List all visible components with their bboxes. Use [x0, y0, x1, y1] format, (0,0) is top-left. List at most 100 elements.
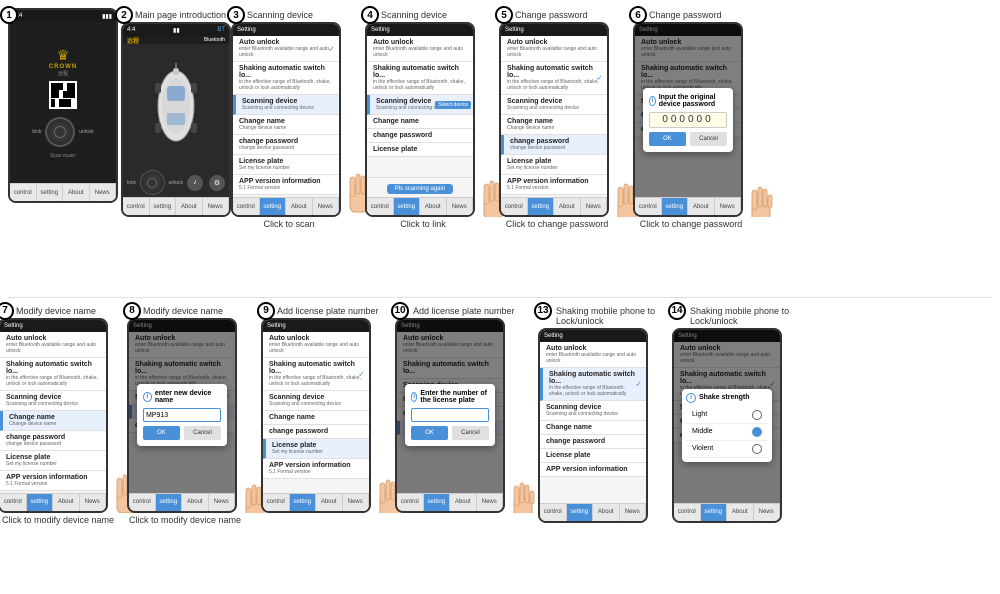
tab-about-13[interactable]: About: [593, 504, 620, 521]
tab-setting-1[interactable]: setting: [37, 184, 64, 201]
tab-news-7[interactable]: News: [80, 494, 107, 511]
radio-middle[interactable]: [752, 427, 762, 437]
tab-setting-8[interactable]: setting: [156, 494, 183, 511]
ok-btn-10[interactable]: OK: [411, 426, 448, 440]
tab-control-13[interactable]: control: [540, 504, 567, 521]
tab-control-6[interactable]: control: [635, 198, 662, 215]
tab-setting-7[interactable]: setting: [27, 494, 54, 511]
tab-about-14[interactable]: About: [727, 504, 754, 521]
select-device-btn[interactable]: Select device: [435, 101, 471, 109]
setting-list-7: Auto unlock enter Bluetooth available ra…: [0, 332, 106, 493]
tab-control-3[interactable]: control: [233, 198, 260, 215]
scanning-4[interactable]: Scanning device Scanning and connecting …: [367, 95, 473, 115]
tab-news-10[interactable]: News: [477, 494, 504, 511]
tab-setting-10[interactable]: setting: [424, 494, 451, 511]
tab-about-10[interactable]: About: [450, 494, 477, 511]
tab-news-13[interactable]: News: [620, 504, 647, 521]
setting-list-3: Auto unlock enter Bluetooth available ra…: [233, 36, 339, 197]
scanning-3[interactable]: Scanning device Scanning and connecting …: [233, 95, 339, 115]
password-input-6[interactable]: [649, 112, 727, 128]
shaking-13[interactable]: Shaking automatic switch lo... in the ef…: [540, 368, 646, 401]
tab-news-3[interactable]: News: [313, 198, 340, 215]
tab-news-8[interactable]: News: [209, 494, 236, 511]
tab-setting-2[interactable]: setting: [150, 198, 177, 215]
main-btn-2[interactable]: [140, 170, 165, 195]
tab-setting-14[interactable]: setting: [701, 504, 728, 521]
setting-list-13: Auto unlock enter Bluetooth available ra…: [540, 342, 646, 503]
tab-news-6[interactable]: News: [715, 198, 742, 215]
tab-about-7[interactable]: About: [53, 494, 80, 511]
setting-list-5: Auto unlock enter Bluetooth available ra…: [501, 36, 607, 197]
tab-control-10[interactable]: control: [397, 494, 424, 511]
tab-setting-13[interactable]: setting: [567, 504, 594, 521]
step-5: 5 Change password Setting Auto unlock en…: [504, 8, 634, 229]
shaking-9: Shaking automatic switch lo... in the ef…: [263, 358, 369, 391]
tab-setting-3[interactable]: setting: [260, 198, 287, 215]
step-6: 6 Change password Setting Auto unlock en…: [638, 8, 768, 229]
cancel-btn-8[interactable]: Cancel: [184, 426, 221, 440]
name-input-8[interactable]: [143, 408, 221, 422]
tab-control-7[interactable]: control: [0, 494, 27, 511]
scan-again-btn[interactable]: Pls scanning again: [387, 184, 453, 194]
tab-about-2[interactable]: About: [176, 198, 203, 215]
tab-about-3[interactable]: About: [286, 198, 313, 215]
tab-control-4[interactable]: control: [367, 198, 394, 215]
cancel-btn-6[interactable]: Cancel: [690, 132, 727, 146]
tab-news-2[interactable]: News: [203, 198, 230, 215]
shake-dialog: i Shake strength Light Middle: [674, 330, 780, 521]
tab-setting-6[interactable]: setting: [662, 198, 689, 215]
page-container: 1 4:4▮▮▮ ♛ CROWN 远程: [0, 0, 1000, 594]
phone-4: Setting Auto unlock enter Bluetooth avai…: [365, 22, 475, 217]
tab-news-14[interactable]: News: [754, 504, 781, 521]
tab-about-9[interactable]: About: [316, 494, 343, 511]
shake-violent[interactable]: Violent: [686, 441, 768, 458]
dialog-title-8: enter new device name: [155, 390, 221, 404]
shake-light[interactable]: Light: [686, 407, 768, 424]
license-dialog: i Enter the number of the license plate …: [397, 320, 503, 511]
tab-setting-4[interactable]: setting: [394, 198, 421, 215]
step-10-title: Add license plate number: [393, 304, 515, 316]
license-input-10[interactable]: [411, 408, 489, 422]
tab-about-8[interactable]: About: [182, 494, 209, 511]
unlock-label-2: unlock: [169, 180, 183, 186]
tab-control-14[interactable]: control: [674, 504, 701, 521]
tab-control-9[interactable]: control: [263, 494, 290, 511]
tab-setting-5[interactable]: setting: [528, 198, 555, 215]
tab-news-4[interactable]: News: [447, 198, 474, 215]
tab-news-1[interactable]: News: [90, 184, 117, 201]
license-3: License plate Set my license number: [233, 155, 339, 175]
license-9[interactable]: License plate Set my license number: [263, 439, 369, 459]
tab-about-1[interactable]: About: [63, 184, 90, 201]
tab-setting-9[interactable]: setting: [290, 494, 317, 511]
change-pw-5[interactable]: change password change device password: [501, 135, 607, 155]
shaking-4: Shaking automatic switch lo... in the ef…: [367, 62, 473, 95]
radio-light[interactable]: [752, 410, 762, 420]
tab-control-1[interactable]: control: [10, 184, 37, 201]
change-name-7[interactable]: Change name Change device name: [0, 411, 106, 431]
phone-14: Setting Auto unlock enter Bluetooth avai…: [672, 328, 782, 523]
dialog-title-6: Input the original device password: [659, 94, 727, 108]
step-number-14: 14: [668, 302, 686, 320]
tab-control-8[interactable]: control: [129, 494, 156, 511]
step-2-title: Main page introduction: [117, 8, 226, 20]
tab-about-6[interactable]: About: [688, 198, 715, 215]
shake-middle[interactable]: Middle: [686, 424, 768, 441]
step-number-3: 3: [227, 6, 245, 24]
radio-violent[interactable]: [752, 444, 762, 454]
tab-news-5[interactable]: News: [581, 198, 608, 215]
music-btn[interactable]: ♪: [187, 175, 203, 191]
lock-label-2: lock: [127, 180, 136, 186]
tab-about-5[interactable]: About: [554, 198, 581, 215]
change-pw-3: change password change device password: [233, 135, 339, 155]
tab-control-5[interactable]: control: [501, 198, 528, 215]
ok-btn-6[interactable]: OK: [649, 132, 686, 146]
qr-code: [49, 81, 77, 109]
settings-btn[interactable]: ⚙: [209, 175, 225, 191]
main-button[interactable]: [45, 117, 75, 147]
tab-control-2[interactable]: control: [123, 198, 150, 215]
ok-btn-8[interactable]: OK: [143, 426, 180, 440]
setting-list-4: Auto unlock enter Bluetooth available ra…: [367, 36, 473, 177]
cancel-btn-10[interactable]: Cancel: [452, 426, 489, 440]
tab-news-9[interactable]: News: [343, 494, 370, 511]
tab-about-4[interactable]: About: [420, 198, 447, 215]
